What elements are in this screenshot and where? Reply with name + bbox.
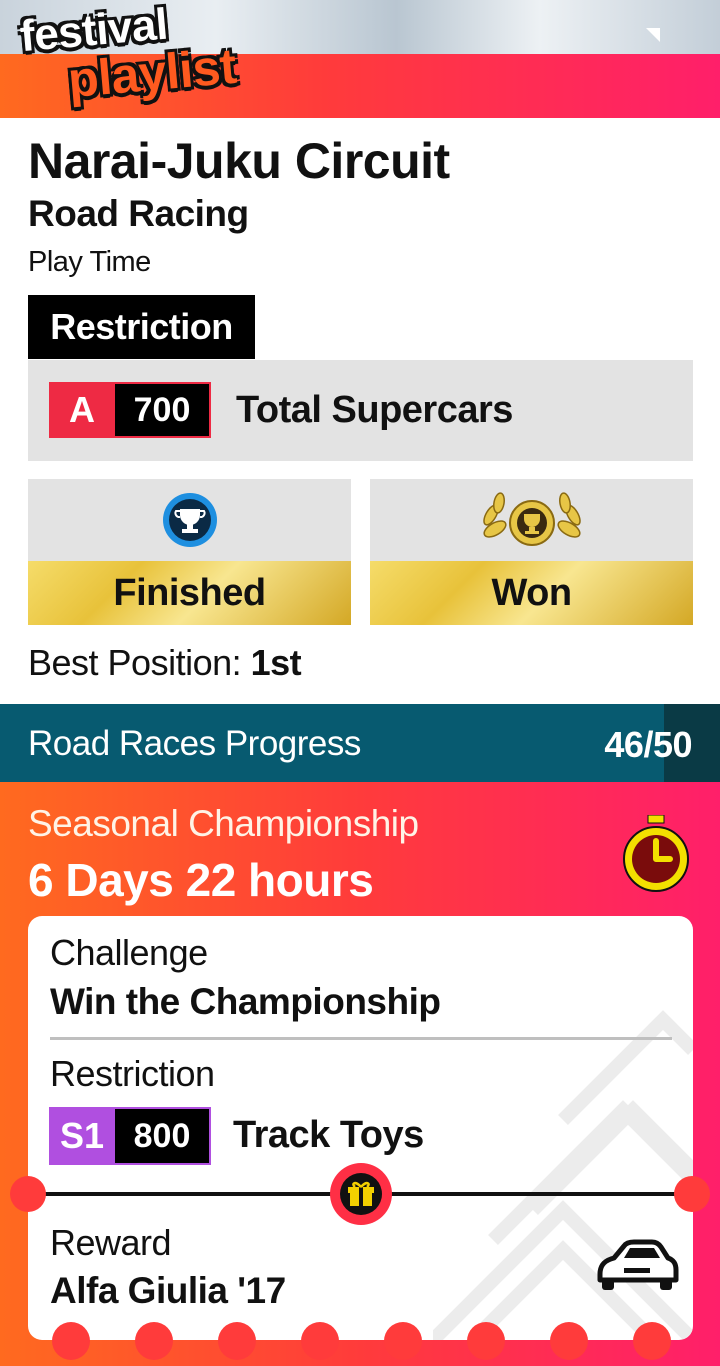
festival-playlist-logo: festival playlist: [18, 0, 238, 109]
road-races-progress: Road Races Progress 46/50: [0, 704, 720, 782]
ticket-car-class: S1: [49, 1107, 115, 1165]
progress-label: Road Races Progress: [28, 724, 361, 763]
trophy-badge-icon: [161, 491, 219, 554]
best-position-value: 1st: [250, 642, 302, 683]
challenge-value: Win the Championship: [50, 981, 441, 1022]
car-icon: [594, 1234, 680, 1299]
ticket-performance-index-badge: S1 800: [49, 1107, 211, 1165]
challenge-label: Challenge: [50, 932, 208, 973]
won-tile: Won: [370, 479, 693, 625]
won-label: Won: [370, 561, 693, 625]
progress-count: 46/50: [604, 724, 692, 765]
restriction-name: Total Supercars: [236, 389, 513, 431]
pi-value: 700: [115, 382, 211, 438]
reward-label: Reward: [50, 1222, 172, 1263]
restriction-heading: Restriction: [28, 295, 255, 359]
performance-index-badge: A 700: [49, 382, 211, 438]
ticket-scallop: [218, 1322, 256, 1360]
laurel-trophy-icon: [477, 491, 587, 554]
ticket-scallop: [52, 1322, 90, 1360]
corner-marker-icon: [646, 28, 660, 42]
logo-line-2: playlist: [65, 37, 239, 109]
ticket-restriction-label: Restriction: [50, 1053, 215, 1094]
ticket-notch-right: [674, 1176, 710, 1212]
best-position-label: Best Position:: [28, 642, 242, 683]
reward-value: Alfa Giulia '17: [50, 1270, 286, 1311]
ticket-scallop: [467, 1322, 505, 1360]
ticket-scallop: [550, 1322, 588, 1360]
ticket-restriction-name: Track Toys: [233, 1114, 424, 1156]
seasonal-time-left: 6 Days 22 hours: [28, 854, 374, 906]
event-type: Road Racing: [28, 193, 249, 234]
ticket-scallop: [301, 1322, 339, 1360]
ticket-separator: [50, 1037, 672, 1040]
event-title: Narai-Juku Circuit: [28, 133, 450, 189]
ticket-notch-left: [10, 1176, 46, 1212]
seasonal-title: Seasonal Championship: [28, 803, 419, 844]
gift-icon: [330, 1163, 392, 1225]
ticket-scallop: [633, 1322, 671, 1360]
best-position: Best Position: 1st: [28, 642, 302, 684]
ticket-scallop: [384, 1322, 422, 1360]
finished-tile: Finished: [28, 479, 351, 625]
play-time-label: Play Time: [28, 246, 151, 278]
ticket-pi-value: 800: [115, 1107, 211, 1165]
car-class: A: [49, 382, 115, 438]
ticket-scallop: [135, 1322, 173, 1360]
stopwatch-icon: [620, 814, 692, 900]
finished-label: Finished: [28, 561, 351, 625]
